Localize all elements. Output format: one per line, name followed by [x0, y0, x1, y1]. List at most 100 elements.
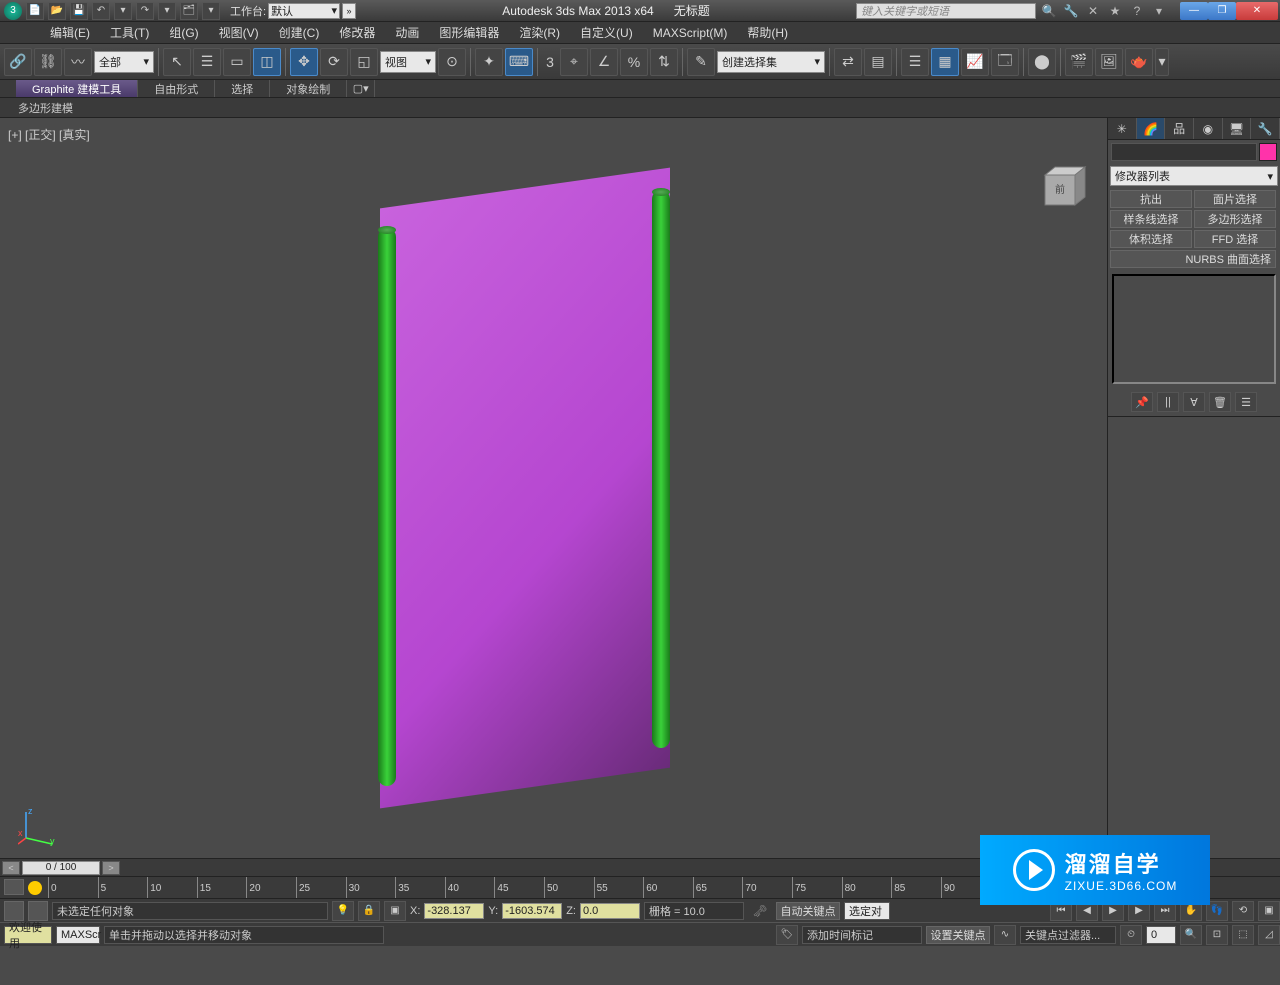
- time-slider-handle[interactable]: 0 / 100: [22, 861, 100, 875]
- qat-undo-drop-icon[interactable]: ▾: [114, 2, 132, 20]
- nav-zoom-all-icon[interactable]: ⊡: [1206, 925, 1228, 945]
- bind-spacewarp-icon[interactable]: 〰: [64, 48, 92, 76]
- menu-view[interactable]: 视图(V): [209, 22, 269, 43]
- select-by-name-icon[interactable]: ☰: [193, 48, 221, 76]
- viewport[interactable]: [+] [正交] [真实] 前 z y x: [0, 118, 1108, 858]
- material-editor-icon[interactable]: ⬤: [1028, 48, 1056, 76]
- qat-new-icon[interactable]: 📄: [26, 2, 44, 20]
- modifier-stack[interactable]: [1112, 274, 1276, 384]
- cmd-tab-motion-icon[interactable]: ◉: [1194, 118, 1223, 139]
- modifier-list-dropdown[interactable]: 修改器列表▾: [1110, 166, 1278, 186]
- named-selection-dropdown[interactable]: 创建选择集▾: [717, 51, 825, 73]
- cmd-tab-modify-icon[interactable]: 🌈: [1137, 118, 1166, 139]
- cmd-tab-display-icon[interactable]: 🖥: [1223, 118, 1252, 139]
- time-tag-icon[interactable]: 🏷: [776, 925, 798, 945]
- lock-selection-icon[interactable]: 🔒: [358, 901, 380, 921]
- mini-listener-handle2[interactable]: [28, 901, 48, 921]
- help-icon[interactable]: ?: [1128, 2, 1146, 20]
- menu-group[interactable]: 组(G): [159, 22, 208, 43]
- select-rotate-icon[interactable]: ⟳: [320, 48, 348, 76]
- refcoord-dropdown[interactable]: 视图▾: [380, 51, 436, 73]
- render-production-icon[interactable]: 🫖: [1125, 48, 1153, 76]
- unlink-icon[interactable]: ⛓: [34, 48, 62, 76]
- auto-key-button[interactable]: 自动关键点: [776, 902, 840, 920]
- angle-snap-icon[interactable]: ∠: [590, 48, 618, 76]
- snap-toggle-icon[interactable]: ⌖: [560, 48, 588, 76]
- key-filters-icon[interactable]: ∿: [994, 925, 1016, 945]
- link-icon[interactable]: 🔗: [4, 48, 32, 76]
- app-menu-icon[interactable]: 3: [4, 2, 22, 20]
- window-close-button[interactable]: ✕: [1236, 2, 1278, 20]
- menu-edit[interactable]: 编辑(E): [40, 22, 100, 43]
- window-maximize-button[interactable]: ❐: [1208, 2, 1236, 20]
- keyboard-shortcut-icon[interactable]: ⌨: [505, 48, 533, 76]
- spinner-snap-icon[interactable]: ⇅: [650, 48, 678, 76]
- window-crossing-icon[interactable]: ◫: [253, 48, 281, 76]
- sel-btn-spline[interactable]: 样条线选择: [1110, 210, 1192, 228]
- rendered-frame-icon[interactable]: 🖼: [1095, 48, 1123, 76]
- menu-modifiers[interactable]: 修改器: [329, 22, 385, 43]
- workspace-dropdown[interactable]: 默认▾: [268, 3, 340, 19]
- viewcube[interactable]: 前: [1033, 163, 1087, 217]
- sel-btn-patch[interactable]: 面片选择: [1194, 190, 1276, 208]
- select-object-icon[interactable]: ↖: [163, 48, 191, 76]
- sel-btn-ffd[interactable]: FFD 选择: [1194, 230, 1276, 248]
- percent-snap-icon[interactable]: %: [620, 48, 648, 76]
- isolate-icon[interactable]: ▣: [384, 901, 406, 921]
- rollout-area[interactable]: [1108, 416, 1280, 858]
- nav-max-viewport-icon[interactable]: ▣: [1258, 901, 1280, 921]
- menu-maxscript[interactable]: MAXScript(M): [643, 22, 738, 43]
- sel-btn-volume[interactable]: 体积选择: [1110, 230, 1192, 248]
- viewport-label[interactable]: [+] [正交] [真实]: [8, 126, 90, 143]
- ribbon-tab-selection[interactable]: 选择: [215, 80, 270, 97]
- nav-orbit-icon[interactable]: ⟲: [1232, 901, 1254, 921]
- render-setup-icon[interactable]: 🎬: [1065, 48, 1093, 76]
- menu-animation[interactable]: 动画: [385, 22, 429, 43]
- qat-project-drop-icon[interactable]: ▾: [202, 2, 220, 20]
- qat-undo-icon[interactable]: ↶: [92, 2, 110, 20]
- time-slider-next-icon[interactable]: >: [102, 861, 120, 875]
- workspace-expand-icon[interactable]: »: [342, 3, 356, 19]
- frame-marker-icon[interactable]: [28, 881, 42, 895]
- key-mode-dropdown[interactable]: 选定对: [844, 902, 890, 920]
- coord-y-field[interactable]: -1603.574: [502, 903, 562, 919]
- menu-graph-editor[interactable]: 图形编辑器: [429, 22, 509, 43]
- align-icon[interactable]: ▤: [864, 48, 892, 76]
- set-key-button[interactable]: 设置关键点: [926, 926, 990, 944]
- mirror-icon[interactable]: ⇄: [834, 48, 862, 76]
- coord-z-field[interactable]: 0.0: [580, 903, 640, 919]
- nav-zoom-extents-icon[interactable]: ⬚: [1232, 925, 1254, 945]
- key-icon[interactable]: 🗝: [748, 902, 772, 920]
- window-minimize-button[interactable]: —: [1180, 2, 1208, 20]
- menu-help[interactable]: 帮助(H): [737, 22, 798, 43]
- remove-modifier-icon[interactable]: 🗑: [1209, 392, 1231, 412]
- search-button-icon[interactable]: 🔍: [1040, 2, 1058, 20]
- named-selection-edit-icon[interactable]: ✎: [687, 48, 715, 76]
- favorites-icon[interactable]: ★: [1106, 2, 1124, 20]
- infocenter-search[interactable]: 键入关键字或短语: [856, 3, 1036, 19]
- cmd-tab-create-icon[interactable]: ✳: [1108, 118, 1137, 139]
- make-unique-icon[interactable]: ∀: [1183, 392, 1205, 412]
- menu-tools[interactable]: 工具(T): [100, 22, 159, 43]
- show-end-result-icon[interactable]: ||: [1157, 392, 1179, 412]
- cmd-tab-hierarchy-icon[interactable]: 品: [1165, 118, 1194, 139]
- exchange-icon[interactable]: ✕: [1084, 2, 1102, 20]
- sel-btn-nurbs[interactable]: NURBS 曲面选择: [1110, 250, 1276, 268]
- qat-open-icon[interactable]: 📂: [48, 2, 66, 20]
- ribbon-expand-icon[interactable]: ▢▾: [347, 80, 375, 97]
- sel-btn-poly[interactable]: 多边形选择: [1194, 210, 1276, 228]
- qat-project-icon[interactable]: 🗂: [180, 2, 198, 20]
- menu-render[interactable]: 渲染(R): [509, 22, 570, 43]
- ribbon-tab-paint[interactable]: 对象绘制: [270, 80, 347, 97]
- coord-x-field[interactable]: -328.137: [424, 903, 484, 919]
- layer-manager-icon[interactable]: ☰: [901, 48, 929, 76]
- curve-editor-icon[interactable]: 📈: [961, 48, 989, 76]
- ribbon-tab-graphite[interactable]: Graphite 建模工具: [16, 80, 138, 97]
- qat-redo-drop-icon[interactable]: ▾: [158, 2, 176, 20]
- time-config-icon[interactable]: ⏲: [1120, 925, 1142, 945]
- ribbon-tab-freeform[interactable]: 自由形式: [138, 80, 215, 97]
- qat-save-icon[interactable]: 💾: [70, 2, 88, 20]
- graphite-ribbon-icon[interactable]: ▦: [931, 48, 959, 76]
- schematic-view-icon[interactable]: 🗔: [991, 48, 1019, 76]
- add-time-tag[interactable]: 添加时间标记: [802, 926, 922, 944]
